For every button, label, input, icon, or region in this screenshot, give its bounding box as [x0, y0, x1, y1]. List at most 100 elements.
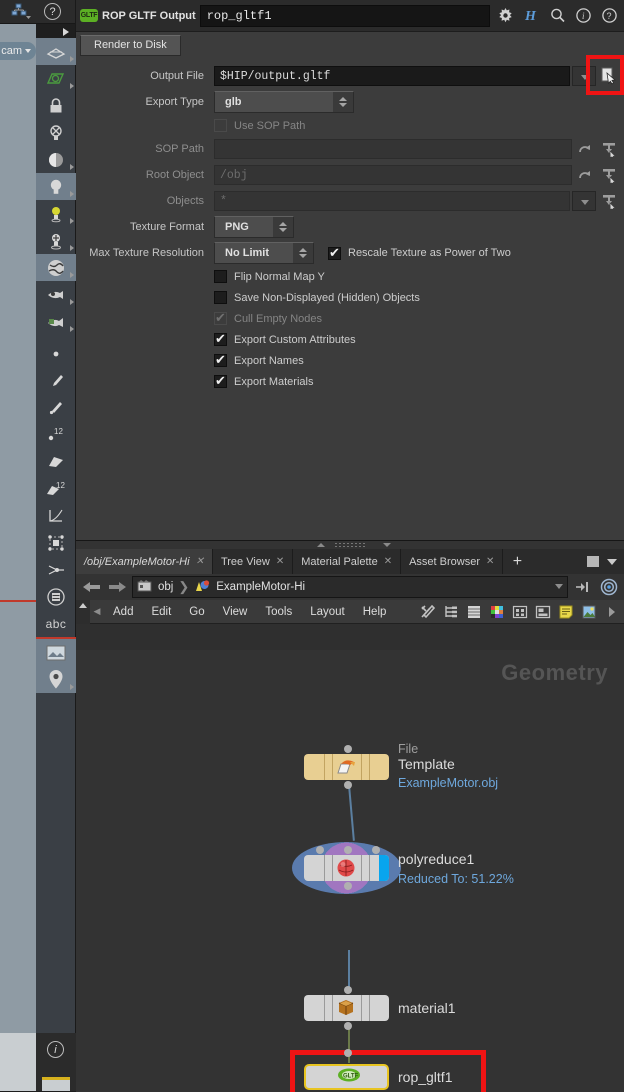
collapse-up-icon[interactable]: [317, 543, 325, 547]
search-icon[interactable]: [546, 5, 568, 27]
viewport-toolshelf[interactable]: ?: [36, 0, 76, 1091]
new-tab-button[interactable]: +: [503, 549, 531, 574]
point-light-icon[interactable]: [36, 200, 76, 227]
pane-splitter-handle[interactable]: [76, 541, 624, 549]
param-row-save-hidden-objects[interactable]: Save Non-Displayed (Hidden) Objects: [76, 287, 624, 308]
image-icon[interactable]: [580, 603, 597, 620]
primitive-numbers-icon[interactable]: 12: [36, 475, 76, 502]
close-icon[interactable]: ✕: [486, 556, 494, 567]
node-output-port[interactable]: [344, 1022, 352, 1030]
light-off-icon[interactable]: [36, 119, 76, 146]
menu-add[interactable]: Add: [104, 606, 142, 618]
param-row-export-custom-attributes[interactable]: Export Custom Attributes: [76, 329, 624, 350]
param-row-use-sop-path[interactable]: Use SOP Path: [76, 115, 624, 136]
node-input-port-0[interactable]: [316, 846, 324, 854]
toolshelf-expand-bar[interactable]: [36, 24, 75, 38]
render-to-disk-button[interactable]: Render to Disk: [80, 35, 181, 56]
cull-empty-nodes-checkbox[interactable]: [214, 312, 227, 325]
param-row-export-names[interactable]: Export Names: [76, 350, 624, 371]
menu-view[interactable]: View: [214, 606, 257, 618]
node-input-port-2[interactable]: [372, 846, 380, 854]
tab-obj-examplemotor-hi[interactable]: /obj/ExampleMotor-Hi ✕: [76, 549, 213, 574]
close-icon[interactable]: ✕: [196, 556, 204, 567]
snapshot-icon[interactable]: [534, 603, 551, 620]
grid-layout-icon[interactable]: [511, 603, 528, 620]
color-palette-icon[interactable]: [488, 603, 505, 620]
more-arrow-icon[interactable]: [603, 603, 620, 620]
image-background-icon[interactable]: [36, 639, 76, 666]
graph-node-file1[interactable]: File Template ExampleMotor.obj: [304, 754, 389, 780]
spinner-icon[interactable]: [273, 217, 293, 237]
collapse-down-icon[interactable]: [383, 543, 391, 547]
back-arrow-icon[interactable]: [80, 577, 102, 597]
breadcrumb[interactable]: obj ❯ ExampleMotor-Hi: [132, 576, 568, 598]
node-graph-canvas[interactable]: Geometry File Template ExampleMotor.obj: [76, 650, 624, 1092]
graph-node-material1[interactable]: material1: [304, 995, 389, 1021]
graph-node-rop-gltf1[interactable]: GLTF rop_gltf1: [304, 1064, 389, 1090]
tab-material-palette[interactable]: Material Palette ✕: [293, 549, 401, 574]
node-body[interactable]: [304, 995, 389, 1021]
node-name-input[interactable]: rop_gltf1: [200, 5, 490, 27]
location-pin-icon[interactable]: [36, 666, 76, 693]
tab-tree-view[interactable]: Tree View ✕: [213, 549, 293, 574]
scroll-up-icon[interactable]: [76, 600, 90, 624]
normals-icon[interactable]: [36, 556, 76, 583]
export-materials-checkbox[interactable]: [214, 375, 227, 388]
output-file-menu-button[interactable]: [572, 66, 596, 86]
node-body[interactable]: [304, 754, 389, 780]
question-mark-icon[interactable]: ?: [44, 3, 61, 20]
selection-points-icon[interactable]: [36, 529, 76, 556]
info-icon[interactable]: i: [572, 5, 594, 27]
node-picker-icon[interactable]: [598, 165, 620, 185]
area-light-icon[interactable]: [36, 227, 76, 254]
root-object-input[interactable]: /obj: [214, 165, 572, 185]
menu-tools[interactable]: Tools: [256, 606, 301, 618]
rescale-texture-row[interactable]: Rescale Texture as Power of Two: [328, 247, 511, 260]
export-custom-attributes-checkbox[interactable]: [214, 333, 227, 346]
menu-help[interactable]: Help: [354, 606, 396, 618]
environment-sphere-icon[interactable]: [36, 254, 76, 281]
file-chooser-icon[interactable]: [598, 66, 620, 86]
point-numbers-icon[interactable]: 12: [36, 421, 76, 448]
node-output-port[interactable]: [344, 882, 352, 890]
graph-node-polyreduce1[interactable]: polyreduce1 Reduced To: 51.22%: [304, 855, 389, 881]
ghost-geometry-icon[interactable]: [36, 65, 76, 92]
pin-icon[interactable]: [36, 394, 76, 421]
hierarchy-icon[interactable]: [442, 603, 459, 620]
sop-path-input[interactable]: [214, 139, 572, 159]
close-icon[interactable]: ✕: [384, 556, 392, 567]
menu-go[interactable]: Go: [180, 606, 213, 618]
lock-icon[interactable]: [36, 92, 76, 119]
sync-target-icon[interactable]: [598, 577, 620, 597]
viewport-strip[interactable]: cam: [0, 0, 36, 1091]
camera-selector-chip[interactable]: cam: [0, 42, 36, 60]
axis-corner-icon[interactable]: [36, 502, 76, 529]
objects-menu-button[interactable]: [572, 191, 596, 211]
breadcrumb-item-examplemotor-hi[interactable]: ExampleMotor-Hi: [194, 579, 305, 596]
node-body[interactable]: GLTF: [304, 1064, 389, 1090]
chevron-down-icon[interactable]: [555, 584, 563, 589]
export-type-select[interactable]: glb: [214, 91, 354, 113]
primitive-icon[interactable]: [36, 448, 76, 475]
reload-icon[interactable]: [574, 165, 596, 185]
gear-icon[interactable]: [494, 5, 516, 27]
rescale-texture-checkbox[interactable]: [328, 247, 341, 260]
node-body[interactable]: [304, 855, 389, 881]
node-picker-icon[interactable]: [598, 139, 620, 159]
node-output-port[interactable]: [344, 781, 352, 789]
objects-input[interactable]: *: [214, 191, 570, 211]
chevron-down-icon[interactable]: [607, 559, 617, 565]
light-bulb-icon[interactable]: [36, 173, 76, 200]
info-icon[interactable]: i: [47, 1041, 64, 1058]
brush-icon[interactable]: [36, 367, 76, 394]
menu-scroll-left-icon[interactable]: ◀: [90, 606, 104, 617]
flip-normal-map-y-checkbox[interactable]: [214, 270, 227, 283]
spinner-icon[interactable]: [293, 243, 313, 263]
tools-icon[interactable]: [419, 603, 436, 620]
maximize-pane-icon[interactable]: [587, 556, 599, 567]
reload-icon[interactable]: [574, 139, 596, 159]
output-file-input[interactable]: $HIP/output.gltf: [214, 66, 570, 86]
export-names-checkbox[interactable]: [214, 354, 227, 367]
camera-light-icon[interactable]: [36, 308, 76, 335]
forward-arrow-icon[interactable]: [106, 577, 128, 597]
